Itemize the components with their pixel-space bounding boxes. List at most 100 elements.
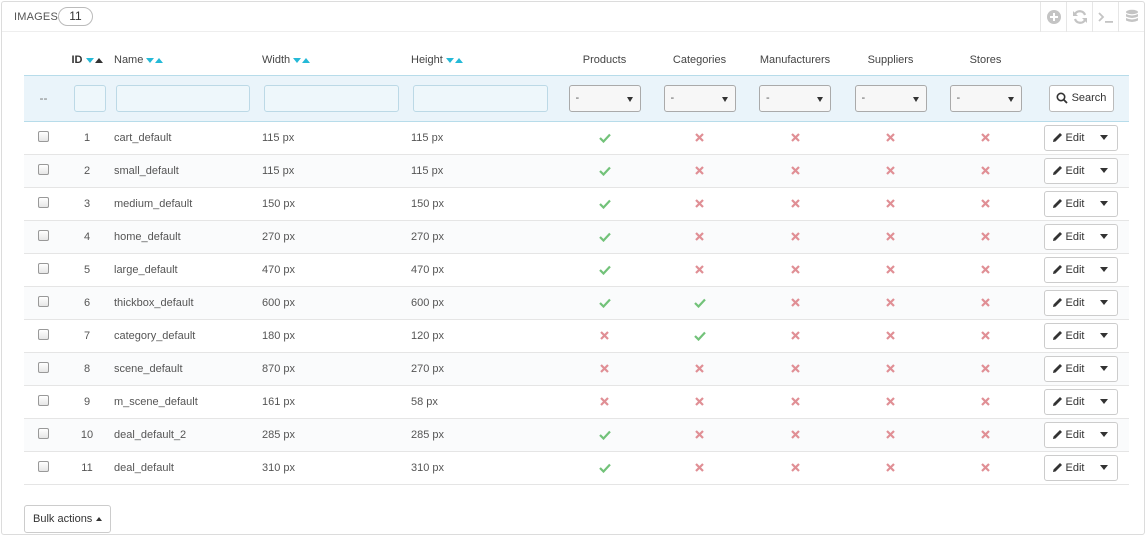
cell-products[interactable]: [557, 286, 652, 320]
cell-stores[interactable]: [938, 352, 1033, 386]
cell-products[interactable]: [557, 319, 652, 353]
cell-products[interactable]: [557, 220, 652, 254]
cell-stores[interactable]: [938, 418, 1033, 452]
cell-suppliers[interactable]: [843, 220, 938, 254]
row-checkbox[interactable]: [38, 460, 49, 472]
cell-products[interactable]: [557, 253, 652, 287]
cell-manufacturers[interactable]: [747, 418, 843, 452]
table-row[interactable]: 8 scene_default 870 px 270 px Edit: [24, 352, 1129, 386]
row-checkbox[interactable]: [38, 163, 49, 175]
sort-asc-icon[interactable]: [155, 57, 164, 63]
cell-categories[interactable]: [652, 121, 747, 155]
cell-categories[interactable]: [652, 352, 747, 386]
show-sql-button[interactable]: [1092, 2, 1118, 32]
row-actions-dropdown-toggle[interactable]: [1091, 192, 1117, 216]
cell-suppliers[interactable]: [843, 121, 938, 155]
cell-categories[interactable]: [652, 220, 747, 254]
cell-categories[interactable]: [652, 451, 747, 485]
edit-button[interactable]: Edit: [1045, 258, 1092, 282]
filter-name-input[interactable]: [116, 84, 250, 112]
cell-suppliers[interactable]: [843, 253, 938, 287]
search-button[interactable]: Search: [1048, 84, 1114, 112]
cell-stores[interactable]: [938, 121, 1033, 155]
cell-manufacturers[interactable]: [747, 451, 843, 485]
edit-button[interactable]: Edit: [1045, 390, 1092, 414]
row-checkbox[interactable]: [38, 130, 49, 142]
filter-height-input[interactable]: [413, 84, 548, 112]
cell-products[interactable]: [557, 121, 652, 155]
table-row[interactable]: 6 thickbox_default 600 px 600 px Edit: [24, 286, 1129, 320]
row-checkbox[interactable]: [38, 295, 49, 307]
add-new-button[interactable]: [1040, 2, 1066, 32]
table-row[interactable]: 10 deal_default_2 285 px 285 px Edit: [24, 418, 1129, 452]
row-actions-dropdown-toggle[interactable]: [1091, 324, 1117, 348]
table-row[interactable]: 11 deal_default 310 px 310 px Edit: [24, 451, 1129, 485]
filter-manufacturers-select[interactable]: -: [759, 84, 831, 112]
row-checkbox[interactable]: [38, 229, 49, 241]
table-row[interactable]: 7 category_default 180 px 120 px Edit: [24, 319, 1129, 353]
cell-categories[interactable]: [652, 418, 747, 452]
cell-suppliers[interactable]: [843, 352, 938, 386]
cell-stores[interactable]: [938, 319, 1033, 353]
cell-suppliers[interactable]: [843, 451, 938, 485]
export-sql-button[interactable]: [1118, 2, 1144, 32]
filter-width-input[interactable]: [264, 84, 399, 112]
sort-desc-icon[interactable]: [146, 57, 155, 63]
cell-stores[interactable]: [938, 187, 1033, 221]
cell-products[interactable]: [557, 451, 652, 485]
edit-button[interactable]: Edit: [1045, 159, 1092, 183]
cell-stores[interactable]: [938, 451, 1033, 485]
cell-products[interactable]: [557, 154, 652, 188]
row-checkbox[interactable]: [38, 196, 49, 208]
row-actions-dropdown-toggle[interactable]: [1091, 456, 1117, 480]
row-actions-dropdown-toggle[interactable]: [1091, 225, 1117, 249]
cell-suppliers[interactable]: [843, 286, 938, 320]
edit-button[interactable]: Edit: [1045, 324, 1092, 348]
cell-suppliers[interactable]: [843, 187, 938, 221]
sort-desc-icon[interactable]: [445, 57, 454, 63]
edit-button[interactable]: Edit: [1045, 126, 1092, 150]
filter-categories-select[interactable]: -: [663, 84, 736, 112]
cell-categories[interactable]: [652, 385, 747, 419]
sort-asc-icon[interactable]: [302, 57, 311, 63]
cell-stores[interactable]: [938, 286, 1033, 320]
sort-asc-icon[interactable]: [94, 57, 103, 63]
cell-categories[interactable]: [652, 319, 747, 353]
refresh-list-button[interactable]: [1066, 2, 1092, 32]
cell-manufacturers[interactable]: [747, 286, 843, 320]
edit-button[interactable]: Edit: [1045, 357, 1092, 381]
cell-categories[interactable]: [652, 253, 747, 287]
cell-products[interactable]: [557, 352, 652, 386]
cell-products[interactable]: [557, 418, 652, 452]
cell-categories[interactable]: [652, 286, 747, 320]
cell-manufacturers[interactable]: [747, 121, 843, 155]
table-row[interactable]: 9 m_scene_default 161 px 58 px Edit: [24, 385, 1129, 419]
cell-stores[interactable]: [938, 154, 1033, 188]
edit-button[interactable]: Edit: [1045, 225, 1092, 249]
cell-manufacturers[interactable]: [747, 352, 843, 386]
row-checkbox[interactable]: [38, 328, 49, 340]
row-actions-dropdown-toggle[interactable]: [1091, 291, 1117, 315]
edit-button[interactable]: Edit: [1045, 192, 1092, 216]
filter-id-input[interactable]: [74, 84, 106, 112]
row-actions-dropdown-toggle[interactable]: [1091, 357, 1117, 381]
sort-asc-icon[interactable]: [454, 57, 463, 63]
row-actions-dropdown-toggle[interactable]: [1091, 258, 1117, 282]
cell-stores[interactable]: [938, 385, 1033, 419]
edit-button[interactable]: Edit: [1045, 423, 1092, 447]
cell-manufacturers[interactable]: [747, 253, 843, 287]
cell-stores[interactable]: [938, 253, 1033, 287]
cell-manufacturers[interactable]: [747, 319, 843, 353]
row-actions-dropdown-toggle[interactable]: [1091, 390, 1117, 414]
cell-categories[interactable]: [652, 154, 747, 188]
row-actions-dropdown-toggle[interactable]: [1091, 423, 1117, 447]
cell-products[interactable]: [557, 385, 652, 419]
table-row[interactable]: 3 medium_default 150 px 150 px Edit: [24, 187, 1129, 221]
cell-suppliers[interactable]: [843, 385, 938, 419]
cell-manufacturers[interactable]: [747, 220, 843, 254]
filter-stores-select[interactable]: -: [949, 84, 1022, 112]
edit-button[interactable]: Edit: [1045, 456, 1092, 480]
row-checkbox[interactable]: [38, 427, 49, 439]
cell-categories[interactable]: [652, 187, 747, 221]
row-checkbox[interactable]: [38, 394, 49, 406]
